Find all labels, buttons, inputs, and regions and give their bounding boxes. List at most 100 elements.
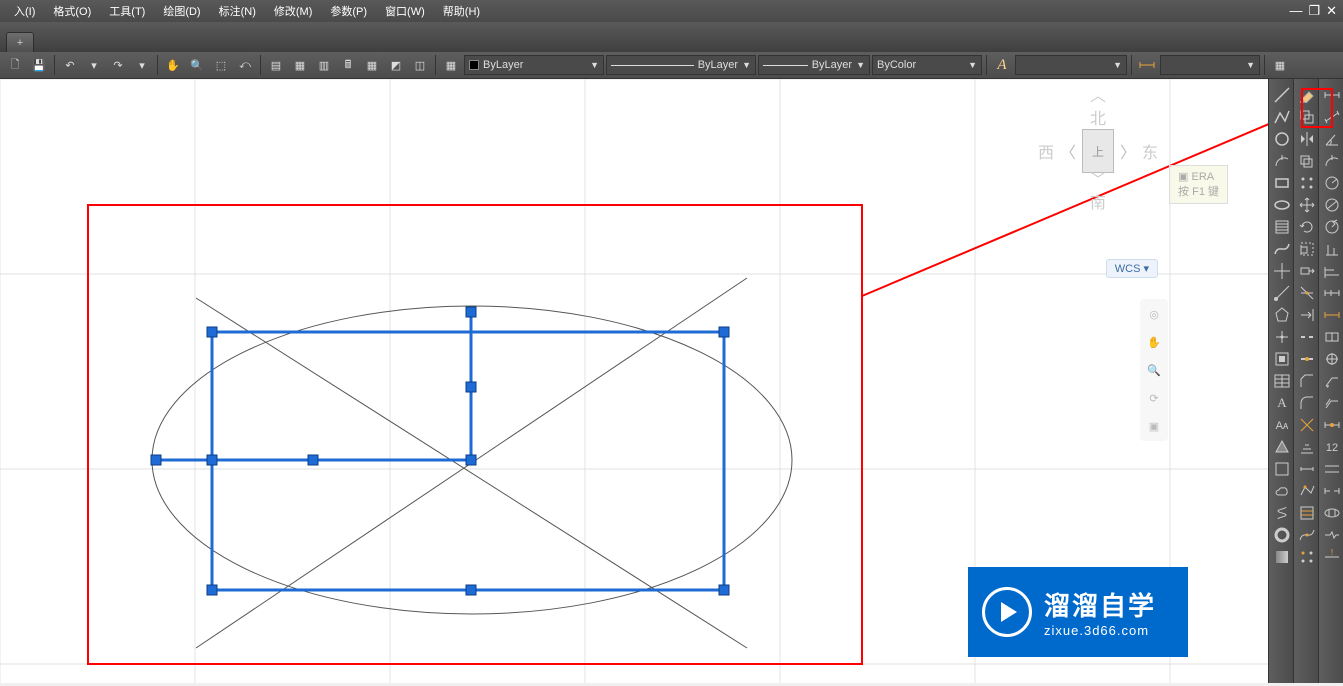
modify-scale-button[interactable] [1296, 237, 1317, 258]
draw-point-button[interactable] [1271, 325, 1292, 346]
dim-angular-button[interactable] [1321, 127, 1342, 148]
dim-aligned-button[interactable] [1321, 105, 1342, 126]
modify-explode-button[interactable] [1296, 413, 1317, 434]
text-style-button[interactable]: A [991, 54, 1013, 76]
menu-modify[interactable]: 修改(M) [266, 1, 321, 21]
close-button[interactable]: ✕ [1326, 3, 1337, 19]
modify-edithatch-button[interactable] [1296, 501, 1317, 522]
draw-ellipse-button[interactable] [1271, 193, 1292, 214]
tool-pal-button[interactable]: ▥ [313, 54, 335, 76]
draw-ray-button[interactable] [1271, 281, 1292, 302]
modify-lengthen-button[interactable] [1296, 457, 1317, 478]
lineweight-combo[interactable]: ByLayer ▼ [758, 55, 870, 75]
draw-arc-button[interactable] [1271, 149, 1292, 170]
draw-polygon-button[interactable] [1271, 303, 1292, 324]
draw-spline-button[interactable] [1271, 237, 1292, 258]
dim-radius-button[interactable] [1321, 171, 1342, 192]
modify-erase-button[interactable] [1296, 83, 1317, 104]
draw-helix-button[interactable] [1271, 501, 1292, 522]
modify-stretch-button[interactable] [1296, 259, 1317, 280]
draw-table-button[interactable] [1271, 369, 1292, 390]
dim-override-button[interactable]: ! [1321, 545, 1342, 566]
dim-style-combo[interactable]: ▼ [1160, 55, 1260, 75]
pan-button[interactable]: ✋ [162, 54, 184, 76]
dim-joggedlin-button[interactable] [1321, 523, 1342, 544]
layer-iso-button[interactable]: ◩ [385, 54, 407, 76]
modify-rotate-button[interactable] [1296, 215, 1317, 236]
modify-join-button[interactable] [1296, 347, 1317, 368]
properties-button[interactable]: ▤ [265, 54, 287, 76]
draw-text-button[interactable]: A [1271, 391, 1292, 412]
modify-chamfer-button[interactable] [1296, 369, 1317, 390]
dim-style-button[interactable] [1136, 54, 1158, 76]
redo-button[interactable]: ↷ [107, 54, 129, 76]
zoom-window-button[interactable]: ⬚ [210, 54, 232, 76]
zoom-prev-button[interactable]: ⤺ [234, 54, 256, 76]
modify-trim-button[interactable] [1296, 281, 1317, 302]
draw-line-button[interactable] [1271, 83, 1292, 104]
menu-format[interactable]: 格式(O) [45, 1, 99, 21]
menu-parametric[interactable]: 参数(P) [322, 1, 375, 21]
sheet-set-button[interactable]: ▦ [289, 54, 311, 76]
dim-arc-button[interactable] [1321, 149, 1342, 170]
viewcube-up-arrow[interactable]: ︿ [1038, 89, 1158, 105]
undo-button[interactable]: ↶ [59, 54, 81, 76]
viewcube-down-arrow[interactable]: ﹀ [1038, 173, 1158, 189]
dim-mleader-button[interactable] [1321, 391, 1342, 412]
menu-draw[interactable]: 绘图(D) [155, 1, 208, 21]
modify-editarray-button[interactable] [1296, 545, 1317, 566]
select-sim-button[interactable]: ◫ [409, 54, 431, 76]
save-button[interactable]: 💾 [28, 54, 50, 76]
modify-align-button[interactable] [1296, 435, 1317, 456]
dim-qdim-button[interactable] [1321, 303, 1342, 324]
draw-hatch-button[interactable] [1271, 215, 1292, 236]
draw-block-button[interactable] [1271, 347, 1292, 368]
nav-wheel-button[interactable]: ◎ [1143, 303, 1165, 325]
viewcube-left-arrow[interactable]: 〈 [1060, 139, 1076, 163]
menu-insert[interactable]: 入(I) [6, 1, 43, 21]
modify-offset-button[interactable] [1296, 149, 1317, 170]
modify-array-button[interactable] [1296, 171, 1317, 192]
draw-xline-button[interactable] [1271, 259, 1292, 280]
modify-editpoly-button[interactable] [1296, 479, 1317, 500]
viewcube-west[interactable]: 西 [1038, 139, 1054, 163]
viewcube-south[interactable]: 南 [1038, 189, 1158, 213]
nav-pan-button[interactable]: ✋ [1143, 331, 1165, 353]
drawing-canvas[interactable]: ︿ 北 西 〈 上 〉 东 ﹀ 南 WCS ▾ ◎ ✋ 🔍 ⟳ ▣ ▣ ERA … [0, 79, 1268, 683]
calc-button[interactable]: 🖩 [337, 54, 359, 76]
view-cube[interactable]: ︿ 北 西 〈 上 〉 东 ﹀ 南 [1038, 89, 1158, 213]
nav-zoom-button[interactable]: 🔍 [1143, 359, 1165, 381]
dim-ordinate-button[interactable] [1321, 237, 1342, 258]
draw-circle-button[interactable] [1271, 127, 1292, 148]
nav-orbit-button[interactable]: ⟳ [1143, 387, 1165, 409]
dim-jogged-button[interactable] [1321, 215, 1342, 236]
modify-extend-button[interactable] [1296, 303, 1317, 324]
undo-dropdown[interactable]: ▾ [83, 54, 105, 76]
modify-break-button[interactable] [1296, 325, 1317, 346]
modify-copy-button[interactable] [1296, 105, 1317, 126]
minimize-button[interactable]: — [1289, 3, 1302, 19]
dim-dimspace-button[interactable] [1321, 457, 1342, 478]
zoom-button[interactable]: 🔍 [186, 54, 208, 76]
menu-dimension[interactable]: 标注(N) [211, 1, 264, 21]
dim-leader-button[interactable] [1321, 369, 1342, 390]
text-style-combo[interactable]: ▼ [1015, 55, 1127, 75]
modify-editspline-button[interactable] [1296, 523, 1317, 544]
modify-fillet-button[interactable] [1296, 391, 1317, 412]
restore-button[interactable]: ❐ [1308, 3, 1320, 19]
draw-rect-button[interactable] [1271, 171, 1292, 192]
dim-inspect-button[interactable] [1321, 501, 1342, 522]
nav-show-button[interactable]: ▣ [1143, 415, 1165, 437]
modify-move-button[interactable] [1296, 193, 1317, 214]
layer-button[interactable]: ▦ [361, 54, 383, 76]
draw-region-button[interactable] [1271, 435, 1292, 456]
layer-props-button[interactable]: ▦ [440, 54, 462, 76]
viewcube-east[interactable]: 东 [1142, 139, 1158, 163]
dim-continue-button[interactable] [1321, 281, 1342, 302]
table-style-button[interactable]: ▦ [1269, 54, 1291, 76]
draw-pline-button[interactable] [1271, 105, 1292, 126]
new-tab-button[interactable]: + [6, 32, 34, 52]
draw-revcloud-button[interactable] [1271, 479, 1292, 500]
menu-help[interactable]: 帮助(H) [435, 1, 488, 21]
dim-center-button[interactable] [1321, 347, 1342, 368]
